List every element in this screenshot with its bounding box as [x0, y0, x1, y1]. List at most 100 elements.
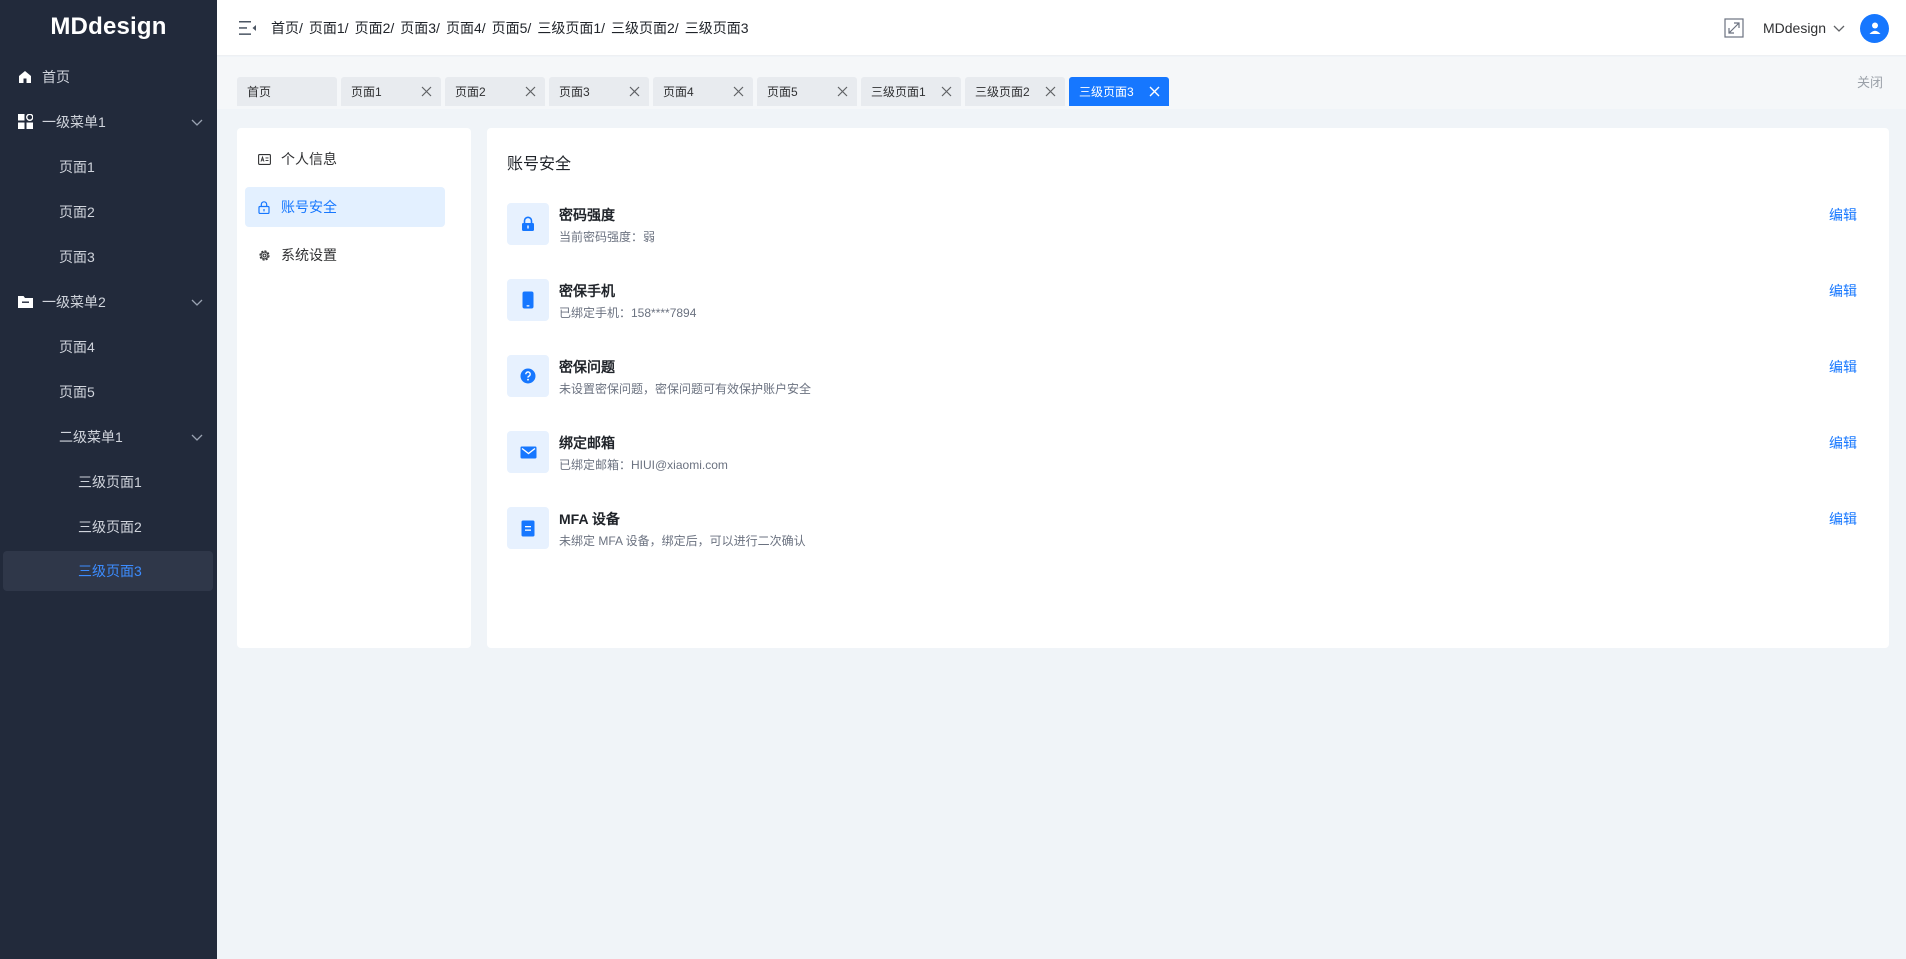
tab-page4[interactable]: 页面4	[653, 77, 753, 106]
fullscreen-icon[interactable]	[1723, 17, 1745, 39]
security-row-email: 绑定邮箱 已绑定邮箱：HIUI@xiaomi.com 编辑	[507, 431, 1869, 473]
account-security-card: 账号安全 密码强度 当前密码强度：弱 编辑 密保手机 已绑定手机：158****…	[487, 128, 1889, 648]
close-icon[interactable]	[421, 86, 432, 97]
settings-nav-system-settings[interactable]: 系统设置	[245, 235, 445, 275]
breadcrumb-item[interactable]: 页面5/	[492, 18, 532, 38]
sidebar-item-level3-page3[interactable]: 三级页面3	[3, 551, 213, 591]
sidebar-item-label: 一级菜单1	[42, 113, 106, 130]
phone-icon	[507, 279, 549, 321]
tab-label: 三级页面1	[871, 85, 926, 99]
chevron-down-icon	[191, 434, 203, 441]
sidebar-submenu-level2[interactable]: 二级菜单1	[0, 414, 217, 459]
close-icon[interactable]	[525, 86, 536, 97]
sidebar-item-level3-page1[interactable]: 三级页面1	[0, 459, 217, 504]
gear-icon	[257, 248, 271, 262]
edit-phone-button[interactable]: 编辑	[1829, 281, 1857, 301]
sidebar-item-label: 三级页面1	[78, 473, 142, 490]
sidebar-item-label: 页面5	[59, 383, 95, 400]
sidebar-item-home[interactable]: 首页	[0, 54, 217, 99]
tab-level3-page3[interactable]: 三级页面3	[1069, 77, 1169, 106]
security-row-title: 绑定邮箱	[559, 435, 615, 451]
close-icon[interactable]	[733, 86, 744, 97]
settings-nav-label: 个人信息	[281, 151, 337, 167]
security-row-desc: 未绑定 MFA 设备，绑定后，可以进行二次确认	[559, 534, 806, 548]
edit-email-button[interactable]: 编辑	[1829, 433, 1857, 453]
mail-icon	[507, 431, 549, 473]
breadcrumb-item[interactable]: 三级页面1/	[537, 18, 605, 38]
tab-level3-page1[interactable]: 三级页面1	[861, 77, 961, 106]
home-icon	[17, 69, 33, 85]
sidebar-item-page4[interactable]: 页面4	[0, 324, 217, 369]
edit-password-button[interactable]: 编辑	[1829, 205, 1857, 225]
sidebar-item-page3[interactable]: 页面3	[0, 234, 217, 279]
chevron-down-icon[interactable]	[1832, 21, 1846, 35]
close-icon[interactable]	[629, 86, 640, 97]
sidebar: MDdesign 首页 一级菜单1 页面1 页面2 页面3 一级菜单2 页面4 …	[0, 0, 217, 959]
security-row-title: 密保问题	[559, 359, 615, 375]
sidebar-item-page2[interactable]: 页面2	[0, 189, 217, 234]
sidebar-item-label: 页面1	[59, 158, 95, 175]
settings-nav-personal-info[interactable]: 个人信息	[245, 139, 445, 179]
breadcrumb-item[interactable]: 页面3/	[400, 18, 440, 38]
breadcrumb-item[interactable]: 页面2/	[355, 18, 395, 38]
tab-page3[interactable]: 页面3	[549, 77, 649, 106]
chevron-down-icon	[191, 119, 203, 126]
sidebar-item-label: 三级页面3	[78, 563, 142, 579]
tab-page2[interactable]: 页面2	[445, 77, 545, 106]
tab-label: 页面4	[663, 85, 694, 99]
sidebar-submenu-1[interactable]: 一级菜单1	[0, 99, 217, 144]
security-row-desc: 已绑定手机：158****7894	[559, 306, 697, 320]
security-row-mfa: MFA 设备 未绑定 MFA 设备，绑定后，可以进行二次确认 编辑	[507, 507, 1869, 549]
breadcrumb: 首页/ 页面1/ 页面2/ 页面3/ 页面4/ 页面5/ 三级页面1/ 三级页面…	[271, 18, 755, 38]
sidebar-submenu-2[interactable]: 一级菜单2	[0, 279, 217, 324]
breadcrumb-item[interactable]: 首页/	[271, 18, 303, 38]
lock-icon	[257, 200, 271, 214]
breadcrumb-item[interactable]: 页面1/	[309, 18, 349, 38]
settings-nav-account-security[interactable]: 账号安全	[245, 187, 445, 227]
security-row-desc: 已绑定邮箱：HIUI@xiaomi.com	[559, 458, 728, 472]
folder-icon	[17, 294, 33, 310]
tab-label: 页面5	[767, 85, 798, 99]
sidebar-item-label: 页面2	[59, 203, 95, 220]
avatar[interactable]	[1860, 13, 1889, 43]
sidebar-item-page5[interactable]: 页面5	[0, 369, 217, 414]
tab-label: 页面3	[559, 85, 590, 99]
settings-nav-card: 个人信息 账号安全 系统设置	[237, 128, 471, 648]
sidebar-item-label: 三级页面2	[78, 518, 142, 535]
tab-list: 首页 页面1 页面2 页面3 页面4 页面5 三级页面1 三级页面2 三级页面3	[237, 77, 1173, 106]
breadcrumb-item[interactable]: 三级页面2/	[611, 18, 679, 38]
tab-home[interactable]: 首页	[237, 77, 337, 106]
tab-page1[interactable]: 页面1	[341, 77, 441, 106]
tab-label: 页面2	[455, 85, 486, 99]
tab-label: 页面1	[351, 85, 382, 99]
breadcrumb-item[interactable]: 页面4/	[446, 18, 486, 38]
tab-label: 三级页面2	[975, 85, 1030, 99]
edit-mfa-button[interactable]: 编辑	[1829, 509, 1857, 529]
close-icon[interactable]	[941, 86, 952, 97]
settings-nav-label: 系统设置	[281, 247, 337, 263]
edit-question-button[interactable]: 编辑	[1829, 357, 1857, 377]
security-row-title: 密码强度	[559, 207, 615, 223]
security-row-title: 密保手机	[559, 283, 615, 299]
app-logo: MDdesign	[50, 13, 167, 40]
close-icon[interactable]	[837, 86, 848, 97]
security-row-phone: 密保手机 已绑定手机：158****7894 编辑	[507, 279, 1869, 321]
sidebar-item-level3-page2[interactable]: 三级页面2	[0, 504, 217, 549]
sidebar-item-page1[interactable]: 页面1	[0, 144, 217, 189]
menu-fold-icon[interactable]	[237, 17, 259, 39]
header-actions: MDdesign	[1723, 0, 1906, 56]
close-icon[interactable]	[1045, 86, 1056, 97]
sidebar-item-label: 页面4	[59, 338, 95, 355]
sidebar-item-label: 一级菜单2	[42, 293, 106, 310]
close-icon[interactable]	[1149, 86, 1160, 97]
user-name[interactable]: MDdesign	[1763, 20, 1826, 36]
sidebar-menu: 首页 一级菜单1 页面1 页面2 页面3 一级菜单2 页面4 页面5 二级菜单1…	[0, 54, 217, 591]
close-all-tabs-button[interactable]: 关闭	[1857, 72, 1883, 91]
question-icon	[507, 355, 549, 397]
lock-icon	[507, 203, 549, 245]
security-row-desc: 未设置密保问题，密保问题可有效保护账户安全	[559, 382, 812, 396]
tab-page5[interactable]: 页面5	[757, 77, 857, 106]
page-title: 账号安全	[507, 156, 572, 173]
security-row-desc: 当前密码强度：弱	[559, 230, 656, 244]
tab-level3-page2[interactable]: 三级页面2	[965, 77, 1065, 106]
